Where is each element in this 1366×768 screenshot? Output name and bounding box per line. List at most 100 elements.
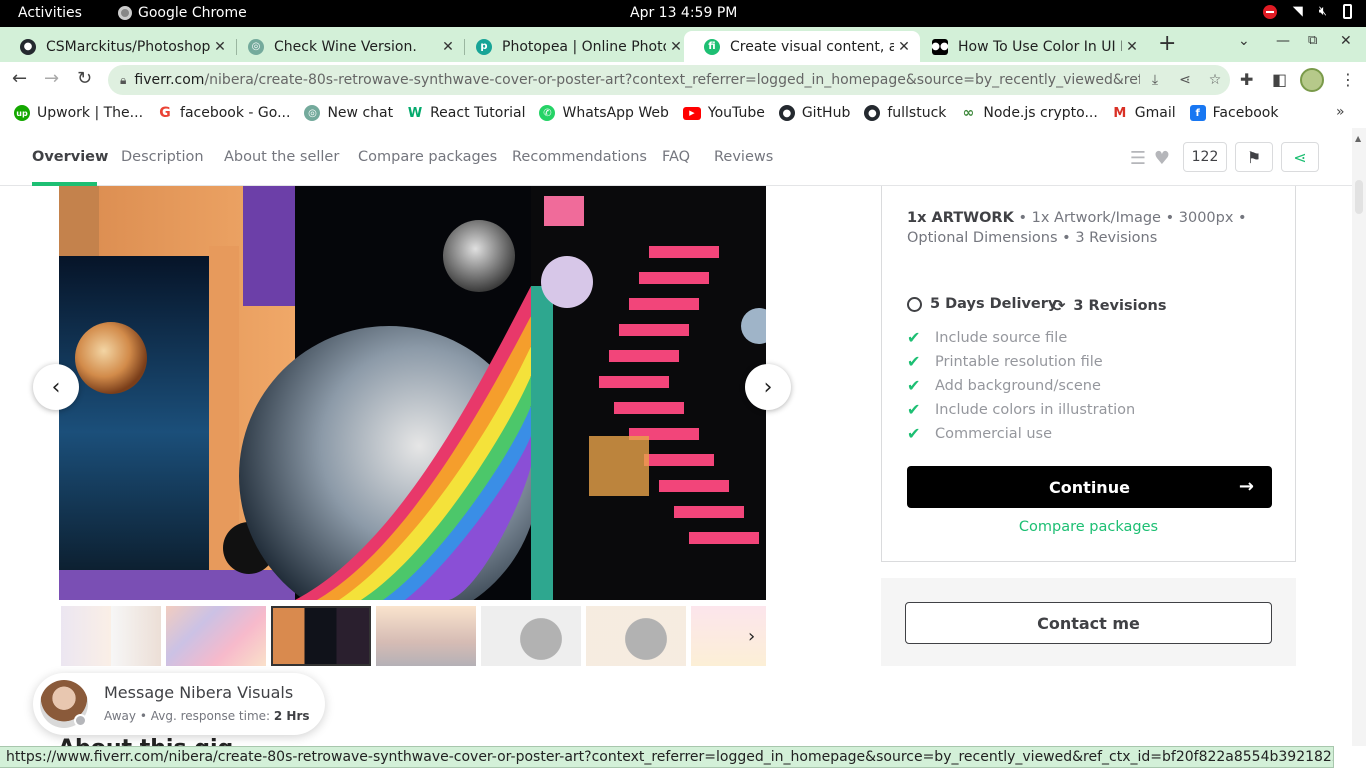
upwork-icon: up xyxy=(14,105,30,121)
share-button[interactable]: ⋖ xyxy=(1281,142,1319,172)
bookmark-gmail[interactable]: M Gmail xyxy=(1112,105,1176,121)
gallery-next-button[interactable]: › xyxy=(745,364,791,410)
subnav-overview[interactable]: Overview xyxy=(32,149,108,165)
thumbnail[interactable] xyxy=(586,606,686,666)
bookmark-google[interactable]: Gfacebook - Go... xyxy=(157,105,290,121)
profile-avatar[interactable] xyxy=(1300,68,1324,92)
message-seller-title: Message Nibera Visuals xyxy=(104,683,294,702)
share-icon[interactable]: ⋖ xyxy=(1170,72,1200,88)
bookmark-label: YouTube xyxy=(707,105,765,121)
feature-item: ✔ Include colors in illustration xyxy=(907,400,1135,419)
forward-icon[interactable]: → xyxy=(44,68,59,89)
report-flag-button[interactable]: ⚑ xyxy=(1235,142,1273,172)
tab-title: Photopea | Online Photo xyxy=(502,38,666,55)
subnav-recommendations[interactable]: Recommendations xyxy=(512,149,647,165)
thumbnail-selected[interactable] xyxy=(271,606,371,666)
activities-button[interactable]: Activities xyxy=(18,5,82,21)
tab-search-icon[interactable]: ⌄ xyxy=(1238,33,1250,49)
install-icon[interactable]: ⤓ xyxy=(1140,72,1170,88)
thumbnail[interactable] xyxy=(61,606,161,666)
page-scrollbar[interactable]: ▲ xyxy=(1352,128,1366,746)
minimize-icon[interactable]: — xyxy=(1276,33,1290,49)
subnav-faq[interactable]: FAQ xyxy=(662,149,690,165)
volume-muted-icon: 🔇︎ xyxy=(1318,4,1327,19)
close-window-icon[interactable]: ✕ xyxy=(1340,33,1352,49)
clock[interactable]: Apr 13 4:59 PM xyxy=(630,5,737,21)
continue-label: Continue xyxy=(1049,477,1130,497)
check-icon: ✔ xyxy=(907,328,921,347)
address-bar[interactable]: 🔒︎ fiverr.com/nibera/create-80s-retrowav… xyxy=(108,65,1230,95)
do-not-disturb-icon xyxy=(1262,4,1277,19)
bookmark-label: fullstuck xyxy=(887,105,947,121)
bookmark-label: GitHub xyxy=(801,105,851,121)
bookmark-upwork[interactable]: up Upwork | The... xyxy=(14,105,143,121)
github-icon: ● xyxy=(778,105,795,121)
bookmark-label: React Tutorial xyxy=(430,105,526,121)
side-panel-icon[interactable]: ◧ xyxy=(1272,70,1287,89)
check-icon: ✔ xyxy=(907,400,921,419)
bookmark-whatsapp[interactable]: ✆ WhatsApp Web xyxy=(539,105,669,121)
compare-packages-link[interactable]: Compare packages xyxy=(882,519,1295,535)
app-menu[interactable]: Google Chrome xyxy=(118,5,247,21)
bookmark-youtube[interactable]: ▶ YouTube xyxy=(682,105,765,121)
scrollbar-thumb[interactable] xyxy=(1355,180,1363,214)
contact-me-button[interactable]: Contact me xyxy=(905,602,1272,644)
restore-icon[interactable]: ⧉ xyxy=(1308,33,1317,48)
thumbnails-next-icon[interactable]: › xyxy=(748,626,755,647)
bookmark-github[interactable]: ● GitHub xyxy=(778,105,851,121)
subnav-compare-packages[interactable]: Compare packages xyxy=(358,149,497,165)
message-seller-widget[interactable]: Message Nibera Visuals Away • Avg. respo… xyxy=(33,673,325,735)
response-time: 2 Hrs xyxy=(273,709,310,723)
scroll-up-icon[interactable]: ▲ xyxy=(1355,134,1361,143)
url-text[interactable]: fiverr.com/nibera/create-80s-retrowave-s… xyxy=(134,72,1140,88)
tab-title: CSMarckitus/Photoshop xyxy=(46,38,210,55)
bookmark-label: WhatsApp Web xyxy=(562,105,669,121)
back-icon[interactable]: ← xyxy=(12,68,27,89)
thumbnail[interactable] xyxy=(481,606,581,666)
bookmark-fullstuck[interactable]: ● fullstuck xyxy=(864,105,946,121)
subnav-about-seller[interactable]: About the seller xyxy=(224,149,339,165)
reload-icon[interactable]: ↻ xyxy=(77,68,92,89)
feature-label: Include source file xyxy=(935,329,1068,346)
new-tab-button[interactable]: + xyxy=(1158,31,1176,56)
bookmark-node-crypto[interactable]: ∞ Node.js crypto... xyxy=(960,105,1098,121)
close-icon[interactable]: ✕ xyxy=(210,39,230,55)
heart-icon[interactable]: ♥ xyxy=(1152,142,1172,174)
collections-icon[interactable]: ☰ xyxy=(1128,142,1148,174)
bookmark-label: facebook - Go... xyxy=(180,105,291,121)
bookmark-new-chat[interactable]: ◎ New chat xyxy=(304,105,393,121)
flag-icon: ⚑ xyxy=(1246,147,1262,167)
tab-github[interactable]: ● CSMarckitus/Photoshop ✕ xyxy=(0,31,236,62)
menu-icon[interactable]: ⋮ xyxy=(1340,70,1356,89)
star-icon[interactable]: ☆ xyxy=(1200,72,1230,88)
close-icon[interactable]: ✕ xyxy=(1122,39,1142,55)
gig-gallery-image[interactable] xyxy=(59,186,766,600)
tab-photopea[interactable]: p Photopea | Online Photo ✕ xyxy=(456,31,692,62)
bookmark-facebook[interactable]: f Facebook xyxy=(1189,105,1278,121)
lock-icon[interactable]: 🔒︎ xyxy=(120,73,126,88)
continue-button[interactable]: Continue → xyxy=(907,466,1272,508)
close-icon[interactable]: ✕ xyxy=(894,39,914,55)
facebook-icon: f xyxy=(1189,105,1206,121)
bookmark-label: Node.js crypto... xyxy=(983,105,1098,121)
thumbnail[interactable] xyxy=(376,606,476,666)
bookmark-label: Gmail xyxy=(1134,105,1176,121)
tab-chatgpt[interactable]: ◎ Check Wine Version. ✕ xyxy=(228,31,464,62)
extensions-icon[interactable]: ✚ xyxy=(1240,70,1253,89)
more-bookmarks-icon[interactable]: » xyxy=(1336,104,1345,120)
thumbnail[interactable] xyxy=(166,606,266,666)
subnav-description[interactable]: Description xyxy=(121,149,204,165)
bookmark-react-tutorial[interactable]: W React Tutorial xyxy=(407,105,526,121)
package-panel: 1x ARTWORK • 1x Artwork/Image • 3000px •… xyxy=(881,186,1296,562)
response-label: Avg. response time: xyxy=(150,709,271,723)
system-tray[interactable]: ◥ 🔇︎ xyxy=(1262,4,1352,19)
tab-medium[interactable]: ●● How To Use Color In UI D ✕ xyxy=(912,31,1148,62)
subnav-reviews[interactable]: Reviews xyxy=(714,149,773,165)
gallery-prev-button[interactable]: ‹ xyxy=(33,364,79,410)
url-path: /nibera/create-80s-retrowave-synthwave-c… xyxy=(204,72,1140,88)
close-icon[interactable]: ✕ xyxy=(438,39,458,55)
share-icon: ⋖ xyxy=(1293,147,1307,167)
tab-fiverr[interactable]: fi Create visual content, a ✕ xyxy=(684,31,920,62)
check-icon: ✔ xyxy=(907,352,921,371)
close-icon[interactable]: ✕ xyxy=(666,39,686,55)
